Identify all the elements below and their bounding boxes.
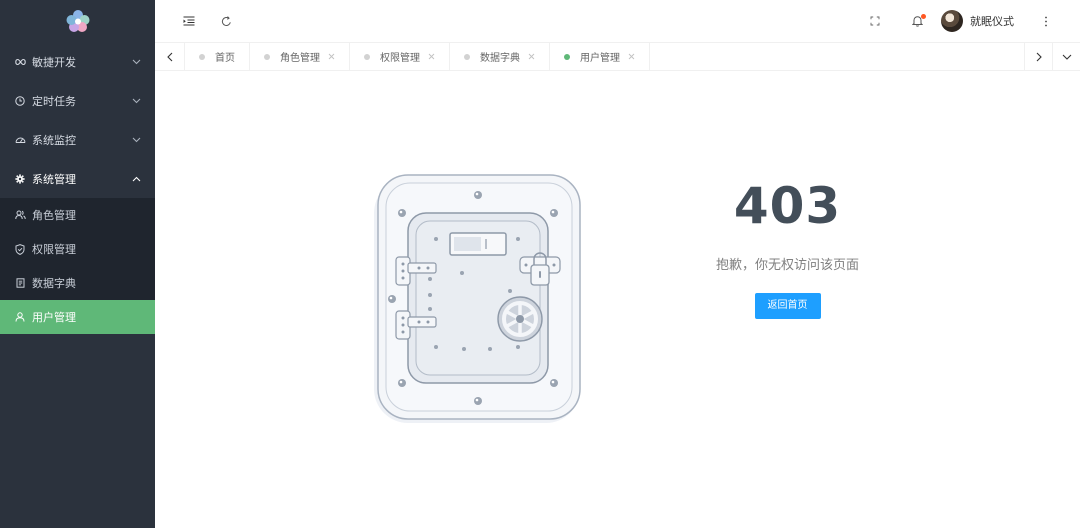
menu-fold-icon — [183, 16, 195, 26]
sidebar-item-user-management[interactable]: 用户管理 — [0, 300, 155, 334]
submenu-system-management: 角色管理 权限管理 数据字典 用户管理 — [0, 198, 155, 334]
chevron-right-icon — [1036, 52, 1042, 61]
close-icon[interactable] — [428, 53, 435, 60]
more-vertical-icon — [1045, 16, 1047, 26]
menu-group-label: 定时任务 — [32, 94, 76, 108]
notifications-button[interactable] — [907, 11, 927, 31]
users-icon — [14, 210, 26, 220]
notification-badge — [921, 14, 926, 19]
pinwheel-logo-icon — [66, 10, 89, 32]
main-content: 403 抱歉，你无权访问该页面 返回首页 — [155, 71, 1080, 528]
more-options-button[interactable] — [1036, 11, 1056, 31]
sidebar-item-role-management[interactable]: 角色管理 — [0, 198, 155, 232]
chevron-down-icon — [131, 59, 141, 65]
tab-permission-management[interactable]: 权限管理 — [350, 43, 450, 70]
close-icon[interactable] — [628, 53, 635, 60]
sidebar-item-permission-management[interactable]: 权限管理 — [0, 232, 155, 266]
close-icon[interactable] — [528, 53, 535, 60]
sidebar-item-label: 角色管理 — [32, 209, 76, 222]
close-icon[interactable] — [328, 53, 335, 60]
sidebar-item-label: 权限管理 — [32, 243, 76, 256]
menu-group-label: 敏捷开发 — [32, 55, 76, 69]
menu-group-label: 系统管理 — [32, 172, 76, 186]
tab-status-dot — [564, 53, 570, 60]
tab-label: 首页 — [215, 53, 235, 64]
back-home-button[interactable]: 返回首页 — [754, 293, 821, 319]
sidebar-item-data-dictionary[interactable]: 数据字典 — [0, 266, 155, 300]
tab-label: 权限管理 — [380, 53, 420, 64]
shield-icon — [14, 243, 26, 255]
tab-home[interactable]: 首页 — [185, 43, 250, 70]
tabs-scroll-right-button[interactable] — [1024, 43, 1052, 70]
user-menu[interactable]: 就眠仪式 — [941, 10, 1014, 32]
tab-role-management[interactable]: 角色管理 — [250, 43, 350, 70]
header-right-tools: 就眠仪式 — [865, 0, 1080, 42]
document-icon — [14, 278, 26, 288]
chevron-up-icon — [131, 176, 141, 182]
refresh-icon — [221, 15, 231, 26]
top-header: 就眠仪式 — [155, 0, 1080, 42]
error-message: 抱歉，你无权访问该页面 — [715, 258, 859, 273]
sidebar: 敏捷开发 定时任务 系统监控 系统管理 角色管理 权限管理 数据字典 用户管理 — [0, 0, 155, 528]
menu-fold-button[interactable] — [179, 11, 199, 31]
sidebar-item-label: 数据字典 — [32, 277, 76, 290]
sidebar-item-label: 用户管理 — [32, 311, 76, 324]
menu-group-scheduled-tasks[interactable]: 定时任务 — [0, 81, 155, 120]
clock-icon — [14, 95, 26, 106]
vault-door-illustration — [374, 174, 581, 423]
tab-list: 首页 角色管理 权限管理 数据字典 用户管理 — [185, 43, 1024, 70]
error-panel: 403 抱歉，你无权访问该页面 返回首页 — [700, 176, 875, 319]
menu-group-label: 系统监控 — [32, 133, 76, 147]
chevron-down-icon — [131, 98, 141, 104]
tab-label: 角色管理 — [280, 53, 320, 64]
tab-status-dot — [364, 53, 370, 60]
tabs-scroll-left-button[interactable] — [155, 43, 185, 70]
tab-status-dot — [464, 53, 470, 60]
app-window: 敏捷开发 定时任务 系统监控 系统管理 角色管理 权限管理 数据字典 用户管理 … — [0, 0, 1080, 528]
tab-status-dot — [199, 53, 205, 60]
tab-status-dot — [264, 53, 270, 60]
app-logo[interactable] — [0, 0, 155, 42]
menu-group-system-management[interactable]: 系统管理 — [0, 159, 155, 198]
gear-icon — [14, 173, 26, 184]
chevron-down-icon — [131, 137, 141, 143]
fullscreen-icon — [870, 16, 880, 26]
tab-label: 用户管理 — [580, 53, 620, 64]
user-icon — [14, 312, 26, 322]
fullscreen-button[interactable] — [865, 11, 885, 31]
refresh-button[interactable] — [216, 11, 236, 31]
chevron-down-icon — [1062, 54, 1071, 60]
tabs-dropdown-button[interactable] — [1052, 43, 1080, 70]
menu-group-system-monitor[interactable]: 系统监控 — [0, 120, 155, 159]
error-code: 403 — [733, 177, 842, 235]
tab-label: 数据字典 — [480, 53, 520, 64]
avatar — [941, 10, 963, 32]
chevron-left-icon — [166, 52, 172, 61]
menu-group-agile-dev[interactable]: 敏捷开发 — [0, 42, 155, 81]
infinity-icon — [14, 58, 26, 66]
user-name: 就眠仪式 — [970, 15, 1014, 28]
dashboard-icon — [14, 135, 26, 145]
tab-data-dictionary[interactable]: 数据字典 — [450, 43, 550, 70]
tab-user-management[interactable]: 用户管理 — [550, 43, 650, 70]
page-tabs-bar: 首页 角色管理 权限管理 数据字典 用户管理 — [155, 42, 1080, 71]
